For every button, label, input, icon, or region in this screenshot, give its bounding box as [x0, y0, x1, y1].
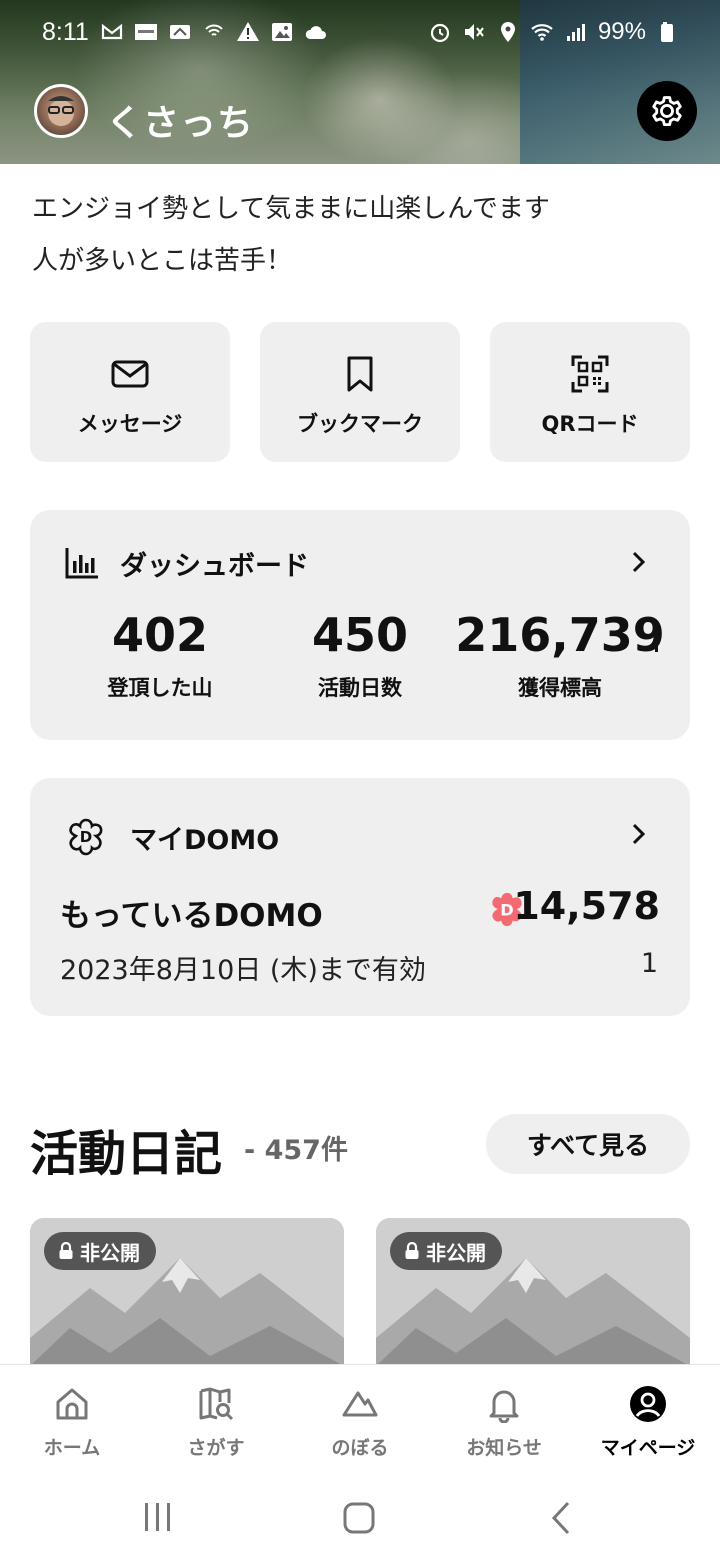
nav-climb-label: のぼる: [331, 1437, 389, 1459]
nav-home[interactable]: ホーム: [0, 1365, 144, 1475]
chevron-right-icon: [632, 551, 646, 573]
stat-summits-label: 登頂した山: [107, 676, 213, 700]
avatar[interactable]: [34, 84, 88, 138]
nav-notifications-label: お知らせ: [466, 1437, 542, 1459]
bookmark-label: ブックマーク: [297, 412, 423, 436]
nav-notifications[interactable]: お知らせ: [432, 1365, 576, 1475]
private-badge: 非公開: [44, 1232, 156, 1270]
bar-chart-icon: [65, 548, 98, 579]
gear-icon: [652, 96, 682, 127]
recent-apps-icon[interactable]: [140, 1500, 176, 1534]
home-icon: [56, 1388, 88, 1420]
svg-text:D: D: [500, 901, 513, 920]
map-search-icon: [199, 1387, 234, 1421]
nav-home-label: ホーム: [43, 1437, 101, 1459]
cloud-icon: [305, 26, 326, 39]
lock-icon: [59, 1242, 73, 1259]
private-badge: 非公開: [390, 1232, 502, 1270]
bio-line-1: エンジョイ勢として気ままに山楽しんでます: [32, 194, 550, 224]
mute-icon: [464, 24, 484, 40]
stat-elevation-label: 獲得標高: [518, 676, 602, 700]
owned-domo-value: 14,578: [513, 884, 660, 928]
system-status-icons: 99%: [428, 18, 680, 46]
avatar-face-icon: [48, 96, 74, 126]
domo-expiry-count: 1: [640, 948, 658, 979]
svg-text:D: D: [80, 828, 92, 846]
battery-icon: [661, 22, 673, 42]
dashboard-card[interactable]: ダッシュボード 402 登頂した山 450 活動日数 216,739 獲得標高: [30, 510, 690, 740]
battery-percent: 99%: [597, 18, 646, 45]
my-domo-title: マイDOMO: [130, 825, 280, 856]
domo-flower-icon: D: [69, 818, 103, 856]
bell-icon: [489, 1390, 519, 1423]
lock-icon: [405, 1242, 419, 1259]
image-icon: [272, 23, 292, 41]
stat-summits-value: 402: [111, 608, 209, 662]
message-label: メッセージ: [77, 412, 183, 436]
private-badge-label: 非公開: [80, 1240, 140, 1265]
owned-domo-label: もっているDOMO: [60, 898, 323, 934]
chevron-right-icon: [632, 823, 646, 845]
diary-count: - 457件: [244, 1135, 348, 1166]
nav-search-label: さがす: [187, 1437, 245, 1459]
signal-icon: [566, 24, 585, 41]
home-nav-icon[interactable]: [341, 1500, 377, 1536]
private-badge-label: 非公開: [426, 1240, 486, 1265]
stat-days-value: 450: [311, 608, 409, 662]
status-bar: 8:11 99%: [0, 14, 720, 54]
wifi-icon: [531, 24, 553, 41]
nav-search[interactable]: さがす: [144, 1365, 288, 1475]
stat-elevation-value: 216,739: [455, 608, 665, 662]
domo-expiry-text: 2023年8月10日 (木)まで有効: [60, 955, 426, 986]
profile-header: 8:11 99% くさっち: [0, 0, 720, 164]
qr-code-label: QRコード: [541, 412, 639, 436]
back-icon[interactable]: [548, 1500, 576, 1536]
qr-code-button[interactable]: QRコード: [490, 322, 690, 462]
diary-entry-card[interactable]: 非公開: [376, 1218, 690, 1366]
unit-cut-mark: [655, 638, 658, 652]
message-button[interactable]: メッセージ: [30, 322, 230, 462]
mail-icon: [111, 360, 149, 388]
mountain-icon: [342, 1391, 378, 1417]
my-domo-card[interactable]: D マイDOMO もっているDOMO D 14,578 2023年8月10日 (…: [30, 778, 690, 1016]
bio-line-2: 人が多いとこは苦手！: [32, 246, 293, 276]
system-navigation-bar: [0, 1474, 720, 1560]
notification-icons: [100, 20, 328, 44]
see-all-button[interactable]: すべて見る: [486, 1114, 690, 1174]
gmail-icon: [101, 23, 123, 40]
bookmark-icon: [347, 356, 373, 392]
wifi-call-icon: [205, 24, 223, 36]
profile-username: くさっち: [106, 103, 255, 144]
diary-section-title: 活動日記: [30, 1126, 223, 1182]
location-icon: [500, 22, 515, 42]
account-icon: [630, 1386, 666, 1422]
diary-entry-card[interactable]: 非公開: [30, 1218, 344, 1366]
app-notification-icon: [135, 24, 157, 40]
warning-icon: [237, 22, 259, 41]
nav-mypage[interactable]: マイページ: [576, 1365, 720, 1475]
bookmark-button[interactable]: ブックマーク: [260, 322, 460, 462]
qr-code-icon: [571, 355, 609, 393]
alarm-icon: [430, 23, 450, 43]
status-time: 8:11: [42, 18, 89, 46]
stat-days-label: 活動日数: [318, 676, 402, 700]
nav-climb[interactable]: のぼる: [288, 1365, 432, 1475]
bottom-navigation: ホーム さがす のぼる お知らせ マイページ: [0, 1364, 720, 1474]
nav-mypage-label: マイページ: [600, 1437, 696, 1459]
card-icon: [170, 25, 190, 39]
dashboard-title: ダッシュボード: [120, 551, 309, 582]
settings-button[interactable]: [637, 81, 697, 141]
